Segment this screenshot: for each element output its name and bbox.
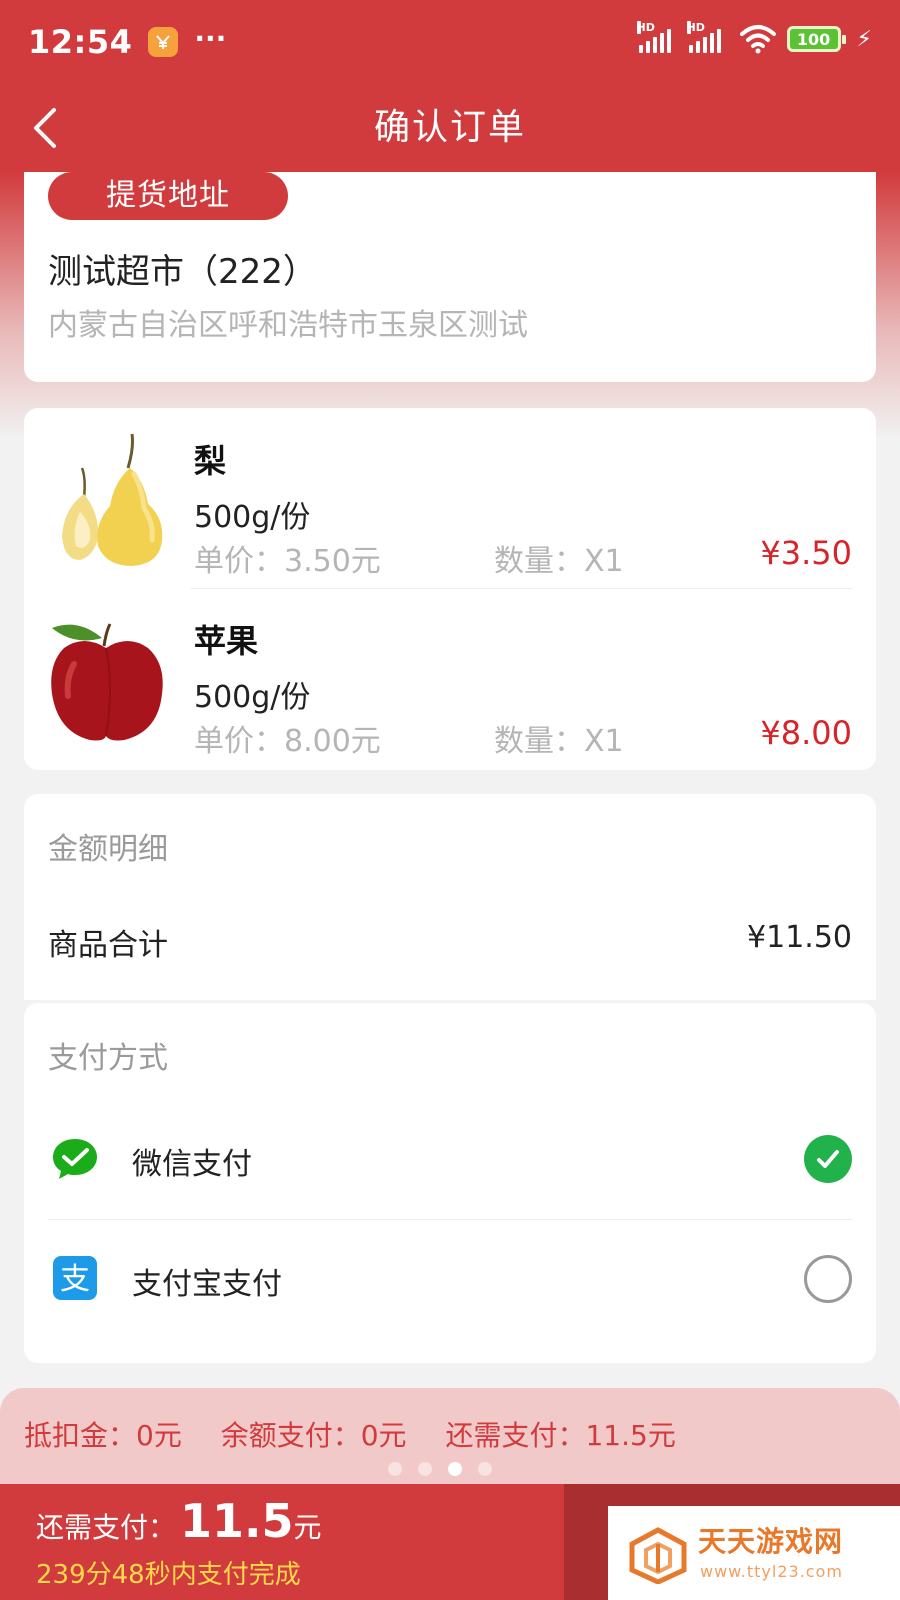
pear-image bbox=[62, 433, 163, 566]
notification-app-icon bbox=[148, 27, 179, 57]
wechat-pay-radio-checked[interactable] bbox=[804, 1135, 852, 1183]
goods-total-value: ¥11.50 bbox=[747, 920, 852, 955]
wechat-pay-option[interactable]: 微信支付 bbox=[24, 1099, 876, 1219]
alipay-icon: 支 bbox=[53, 1256, 97, 1300]
wechat-pay-label: 微信支付 bbox=[132, 1147, 252, 1182]
product-spec: 500g/份 bbox=[194, 680, 311, 715]
product-item: 苹果 500g/份 单价：8.00元 数量：X1 ¥8.00 bbox=[24, 588, 876, 768]
more-notifications-icon: ··· bbox=[194, 21, 227, 55]
status-bar: 12:54 ··· HD HD 100 ⚡ bbox=[0, 0, 900, 84]
payment-method-card: 支付方式 微信支付 支 支付宝支付 bbox=[24, 1003, 876, 1363]
amount-detail-card: 金额明细 商品合计 ¥11.50 bbox=[24, 794, 876, 1000]
product-price: ¥8.00 bbox=[760, 714, 852, 752]
watermark-url: www.ttyl23.com bbox=[700, 1562, 843, 1581]
product-unit-price: 单价：3.50元 bbox=[194, 544, 381, 579]
page-indicator bbox=[388, 1462, 492, 1476]
payment-section-title: 支付方式 bbox=[48, 1041, 168, 1076]
product-price: ¥3.50 bbox=[760, 534, 852, 572]
signal-icon-2: HD bbox=[686, 21, 721, 53]
payment-summary-strip: 抵扣金：0元 余额支付：0元 还需支付：11.5元 bbox=[0, 1388, 900, 1484]
products-card: 梨 500g/份 单价：3.50元 数量：X1 ¥3.50 苹果 500g/份 … bbox=[24, 408, 876, 770]
product-quantity: 数量：X1 bbox=[494, 724, 624, 759]
product-spec: 500g/份 bbox=[194, 500, 311, 535]
alipay-radio-unchecked[interactable] bbox=[804, 1255, 852, 1303]
payment-countdown: 239分48秒内支付完成 bbox=[36, 1560, 301, 1590]
summary-text: 抵扣金：0元 余额支付：0元 还需支付：11.5元 bbox=[24, 1414, 706, 1454]
deduction-amount: 抵扣金：0元 bbox=[24, 1419, 182, 1452]
remaining-unit: 元 bbox=[293, 1511, 322, 1544]
page-dot-active[interactable] bbox=[448, 1462, 462, 1476]
pickup-address-card[interactable]: 提货地址 测试超市（222） 内蒙古自治区呼和浩特市玉泉区测试 bbox=[24, 172, 876, 382]
product-name: 苹果 bbox=[194, 622, 259, 660]
product-name: 梨 bbox=[194, 442, 227, 480]
watermark-text: 天天游戏网 bbox=[698, 1525, 844, 1558]
nav-bar: 确认订单 bbox=[0, 84, 900, 172]
product-unit-price: 单价：8.00元 bbox=[194, 724, 381, 759]
apple-image bbox=[51, 623, 163, 741]
store-name: 测试超市（222） bbox=[48, 252, 317, 292]
product-item: 梨 500g/份 单价：3.50元 数量：X1 ¥3.50 bbox=[24, 408, 876, 588]
signal-icon-1: HD bbox=[636, 21, 671, 53]
pickup-address-tag: 提货地址 bbox=[48, 172, 288, 220]
page-dot[interactable] bbox=[418, 1462, 432, 1476]
product-quantity: 数量：X1 bbox=[494, 544, 624, 579]
charging-icon: ⚡ bbox=[856, 26, 872, 52]
status-time: 12:54 bbox=[28, 23, 133, 61]
remaining-label: 还需支付： bbox=[36, 1511, 177, 1544]
alipay-label: 支付宝支付 bbox=[132, 1267, 282, 1302]
store-address: 内蒙古自治区呼和浩特市玉泉区测试 bbox=[48, 308, 528, 343]
goods-total-label: 商品合计 bbox=[48, 928, 168, 963]
back-button[interactable] bbox=[30, 100, 90, 156]
page-title: 确认订单 bbox=[373, 107, 526, 148]
battery-icon: 100 bbox=[786, 26, 846, 52]
site-watermark: 天天游戏网 www.ttyl23.com bbox=[608, 1506, 900, 1600]
remaining-payment: 还需支付：11.5元 bbox=[445, 1419, 676, 1452]
watermark-logo bbox=[629, 1527, 687, 1584]
balance-payment: 余额支付：0元 bbox=[220, 1419, 407, 1452]
check-icon bbox=[817, 1150, 839, 1168]
remaining-total: 还需支付：11.5元 bbox=[36, 1494, 322, 1548]
alipay-option[interactable]: 支 支付宝支付 bbox=[24, 1219, 876, 1339]
page-dot[interactable] bbox=[478, 1462, 492, 1476]
wifi-icon bbox=[739, 25, 776, 54]
remaining-amount: 11.5 bbox=[180, 1494, 294, 1548]
svg-text:支: 支 bbox=[60, 1262, 90, 1297]
battery-level: 100 bbox=[796, 29, 831, 49]
wechat-pay-icon bbox=[53, 1139, 97, 1179]
back-arrow-icon bbox=[34, 108, 56, 148]
page-dot[interactable] bbox=[388, 1462, 402, 1476]
amount-section-title: 金额明细 bbox=[48, 832, 168, 867]
